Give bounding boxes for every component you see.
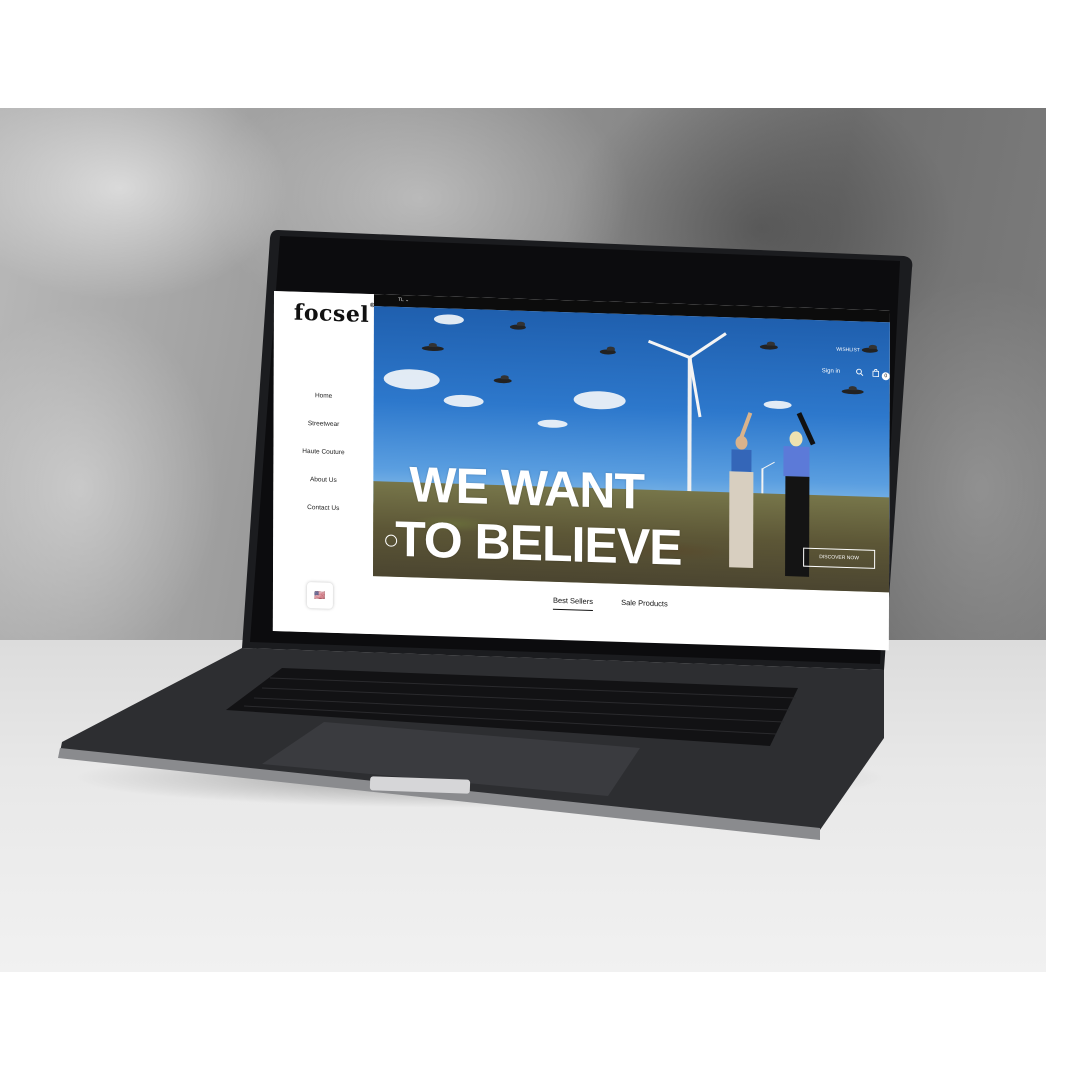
model-left [721, 412, 762, 588]
laptop-screen: focsel® Home Streetwear Haute Couture Ab… [272, 291, 890, 670]
hero-title-line-2: TO BELIEVE [395, 510, 682, 576]
cloud [537, 419, 568, 429]
ufo-icon [421, 345, 444, 352]
sidebar-item-home[interactable]: Home [274, 381, 374, 412]
ufo-icon [841, 388, 864, 395]
site-logo[interactable]: focsel® [294, 300, 376, 329]
sidebar-nav: Home Streetwear Haute Couture About Us C… [273, 381, 373, 524]
tab-best-sellers[interactable]: Best Sellers [552, 595, 593, 612]
bag-icon[interactable] [872, 368, 880, 378]
cloud [573, 390, 626, 411]
search-icon[interactable] [856, 368, 864, 377]
cloud [763, 400, 792, 410]
wishlist-link[interactable]: WISHLIST [836, 347, 860, 354]
ufo-icon [599, 349, 616, 355]
tab-sale-products[interactable]: Sale Products [621, 598, 668, 612]
play-icon[interactable] [385, 534, 398, 547]
product-photo: focsel® Home Streetwear Haute Couture Ab… [0, 108, 1046, 972]
logo-text: focsel [293, 299, 370, 328]
flag-icon[interactable]: 🇺🇸 [306, 582, 333, 609]
ufo-icon [493, 377, 512, 384]
product-tabs: Best Sellers Sale Products [552, 595, 694, 614]
ufo-icon [861, 347, 878, 353]
sidebar: focsel® Home Streetwear Haute Couture Ab… [272, 291, 376, 635]
sidebar-item-about-us[interactable]: About Us [273, 465, 373, 496]
sidebar-item-haute-couture[interactable]: Haute Couture [273, 437, 373, 468]
hero-title-line-1: WE WANT [409, 456, 645, 520]
ufo-icon [759, 344, 778, 350]
sidebar-item-streetwear[interactable]: Streetwear [273, 409, 373, 440]
sign-in-link[interactable]: Sign in [822, 368, 840, 375]
cloud [443, 394, 484, 408]
hero-banner: WE WANT TO BELIEVE WISHLIST Sign in 0 DI… [373, 306, 890, 593]
cloud [433, 314, 464, 325]
ufo-icon [509, 324, 526, 330]
cart-count-badge: 0 [881, 372, 890, 381]
language-selector[interactable]: TL ⌄ [398, 297, 409, 303]
hero-title: WE WANT TO BELIEVE [395, 456, 682, 576]
sidebar-item-contact-us[interactable]: Contact Us [273, 493, 373, 524]
discover-now-button[interactable]: DISCOVER NOW [803, 547, 876, 569]
cloud [383, 368, 440, 391]
website: focsel® Home Streetwear Haute Couture Ab… [272, 291, 890, 651]
